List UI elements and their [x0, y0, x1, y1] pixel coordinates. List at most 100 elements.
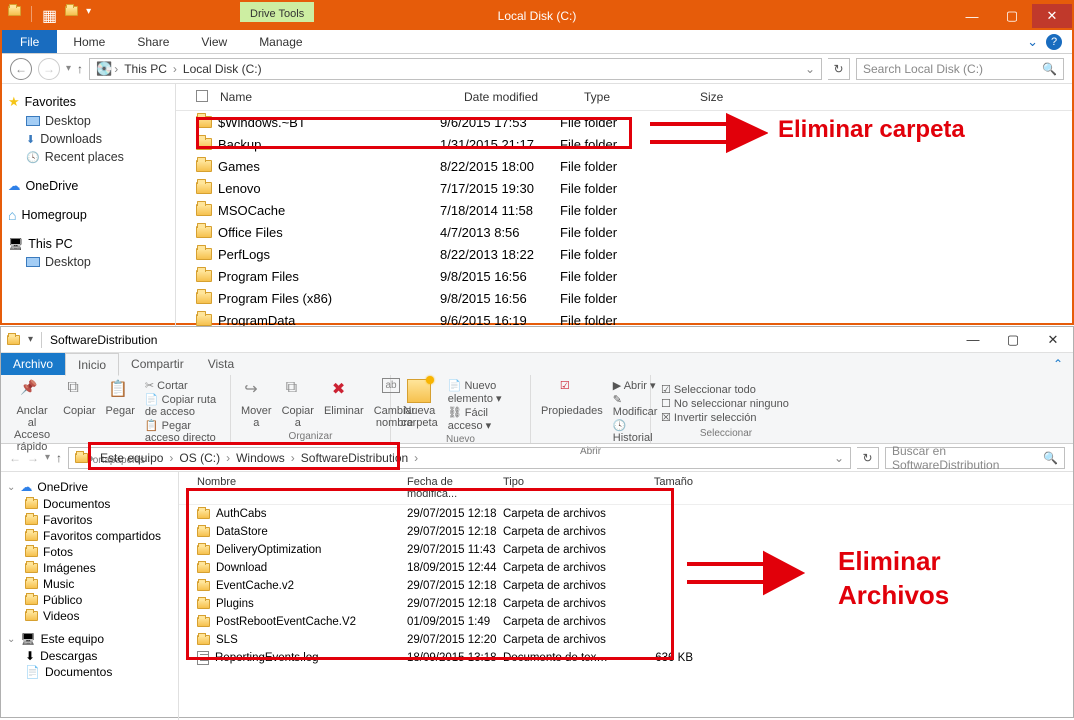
tab-file[interactable]: File [2, 30, 57, 53]
refresh-button[interactable]: ↻ [857, 447, 879, 469]
copyto-button[interactable]: Copiar a [282, 379, 314, 429]
col-name[interactable]: Nombre [197, 476, 407, 500]
close-button[interactable]: ✕ [1033, 328, 1073, 352]
maximize-button[interactable]: ▢ [992, 4, 1032, 28]
tab-home[interactable]: Home [57, 30, 121, 53]
nav-item[interactable]: Music [5, 576, 174, 592]
nav-pc-desktop[interactable]: Desktop [6, 253, 171, 271]
nav-onedrive[interactable]: ⌄OneDrive [5, 478, 174, 496]
maximize-button[interactable]: ▢ [993, 328, 1033, 352]
address-bar[interactable]: 💽 › This PC › Local Disk (C:) ⌄ [89, 58, 822, 80]
col-type[interactable]: Tipo [503, 476, 633, 500]
copypath-button[interactable]: 📄 Copiar ruta de acceso [145, 393, 220, 418]
crumb-windows[interactable]: Windows [232, 451, 289, 465]
tab-manage[interactable]: Manage [243, 30, 318, 53]
forward-button[interactable]: → [27, 451, 39, 465]
col-date[interactable]: Date modified [464, 90, 584, 104]
tab-share[interactable]: Compartir [119, 353, 196, 375]
qat-new-icon[interactable] [65, 6, 78, 16]
invertsel-button[interactable]: ☒ Invertir selección [661, 411, 791, 424]
nav-este-equipo[interactable]: ⌄Este equipo [5, 630, 174, 648]
tab-view[interactable]: View [185, 30, 243, 53]
up-button[interactable]: ↑ [77, 62, 83, 76]
move-button[interactable]: Mover a [241, 379, 272, 429]
nav-recent[interactable]: Recent places [6, 148, 171, 166]
forward-button[interactable]: → [38, 58, 60, 80]
crumb-softwaredist[interactable]: SoftwareDistribution [297, 451, 412, 465]
table-row[interactable]: MSOCache7/18/2014 11:58File folder [176, 199, 1072, 221]
nav-documentos[interactable]: 📄Documentos [5, 664, 174, 680]
col-size[interactable]: Tamaño [633, 476, 693, 500]
table-row[interactable]: PerfLogs8/22/2013 18:22File folder [176, 243, 1072, 265]
nav-item[interactable]: Fotos [5, 544, 174, 560]
crumb-os-c[interactable]: OS (C:) [175, 451, 224, 465]
table-row[interactable]: DataStore29/07/2015 12:18Carpeta de arch… [179, 523, 1073, 541]
col-date[interactable]: Fecha de modifica... [407, 476, 503, 500]
tab-share[interactable]: Share [121, 30, 185, 53]
delete-button[interactable]: Eliminar [324, 379, 364, 417]
refresh-button[interactable]: ↻ [828, 58, 850, 80]
pin-button[interactable]: Anclar al Acceso rápido [11, 379, 53, 453]
table-row[interactable]: AuthCabs29/07/2015 12:18Carpeta de archi… [179, 505, 1073, 523]
table-row[interactable]: PostRebootEventCache.V201/09/2015 1:49Ca… [179, 613, 1073, 631]
selectall-checkbox[interactable] [196, 90, 208, 102]
cut-button[interactable]: Cortar [145, 379, 220, 392]
tab-file[interactable]: Archivo [1, 353, 65, 375]
nav-item[interactable]: Imágenes [5, 560, 174, 576]
nav-downloads[interactable]: Downloads [6, 130, 171, 148]
close-button[interactable]: ✕ [1032, 4, 1072, 28]
recent-dropdown-icon[interactable]: ▾ [45, 452, 50, 463]
search-input[interactable]: Search Local Disk (C:) 🔍 [856, 58, 1064, 80]
newfolder-button[interactable]: Nueva carpeta [401, 379, 438, 429]
table-row[interactable]: ReportingEvents.log18/09/2015 13:18Docum… [179, 649, 1073, 667]
nav-descargas[interactable]: ⬇Descargas [5, 648, 174, 664]
nav-onedrive[interactable]: OneDrive [6, 176, 171, 195]
nav-desktop[interactable]: Desktop [6, 112, 171, 130]
properties-button[interactable]: Propiedades [541, 379, 603, 417]
nav-item[interactable]: Favoritos [5, 512, 174, 528]
minimize-button[interactable]: — [953, 328, 993, 352]
selectall-button[interactable]: ☑ Seleccionar todo [661, 383, 791, 396]
table-row[interactable]: SLS29/07/2015 12:20Carpeta de archivos [179, 631, 1073, 649]
help-icon[interactable]: ? [1046, 34, 1062, 50]
nav-item[interactable]: Público [5, 592, 174, 608]
contextual-tab-drive-tools[interactable]: Drive Tools [240, 2, 314, 22]
address-dropdown-icon[interactable]: ⌄ [805, 62, 815, 76]
address-dropdown-icon[interactable]: ⌄ [834, 451, 844, 465]
pasteshort-button[interactable]: 📋 Pegar acceso directo [145, 419, 220, 444]
newitem-button[interactable]: 📄 Nuevo elemento ▾ [448, 379, 520, 405]
nav-item[interactable]: Documentos [5, 496, 174, 512]
crumb-este-equipo[interactable]: Este equipo [96, 451, 167, 465]
address-bar[interactable]: › Este equipo › OS (C:) › Windows › Soft… [68, 447, 851, 469]
copy-button[interactable]: Copiar [63, 379, 95, 417]
selectnone-button[interactable]: ☐ No seleccionar ninguno [661, 397, 791, 410]
table-row[interactable]: Program Files (x86)9/8/2015 16:56File fo… [176, 287, 1072, 309]
nav-this-pc[interactable]: This PC [6, 235, 171, 253]
tab-home[interactable]: Inicio [65, 353, 119, 376]
crumb-local-disk[interactable]: Local Disk (C:) [179, 62, 266, 76]
back-button[interactable]: ← [10, 58, 32, 80]
nav-favorites[interactable]: ★Favorites [6, 92, 171, 112]
paste-button[interactable]: Pegar [106, 379, 135, 417]
search-input[interactable]: Buscar en SoftwareDistribution 🔍 [885, 447, 1065, 469]
table-row[interactable]: Office Files4/7/2013 8:56File folder [176, 221, 1072, 243]
minimize-button[interactable]: — [952, 4, 992, 28]
table-row[interactable]: Games8/22/2015 18:00File folder [176, 155, 1072, 177]
qat-prop-icon[interactable]: ▦ [42, 6, 57, 26]
col-size[interactable]: Size [700, 90, 760, 104]
table-row[interactable]: Lenovo7/17/2015 19:30File folder [176, 177, 1072, 199]
crumb-this-pc[interactable]: This PC [120, 62, 171, 76]
ribbon-collapse-icon[interactable]: ⌃ [1053, 357, 1063, 371]
col-name[interactable]: Name [220, 90, 464, 104]
table-row[interactable]: Program Files9/8/2015 16:56File folder [176, 265, 1072, 287]
back-button[interactable]: ← [9, 451, 21, 465]
tab-view[interactable]: Vista [196, 353, 246, 375]
nav-item[interactable]: Favoritos compartidos [5, 528, 174, 544]
nav-item[interactable]: Videos [5, 608, 174, 624]
qat-dropdown-icon[interactable]: ▾ [28, 334, 33, 345]
col-type[interactable]: Type [584, 90, 700, 104]
up-button[interactable]: ↑ [56, 451, 62, 465]
column-headers[interactable]: Nombre Fecha de modifica... Tipo Tamaño [179, 472, 1073, 505]
easyaccess-button[interactable]: ⛓ Fácil acceso ▾ [448, 406, 520, 432]
ribbon-expand-icon[interactable]: ⌄ [1027, 34, 1038, 50]
